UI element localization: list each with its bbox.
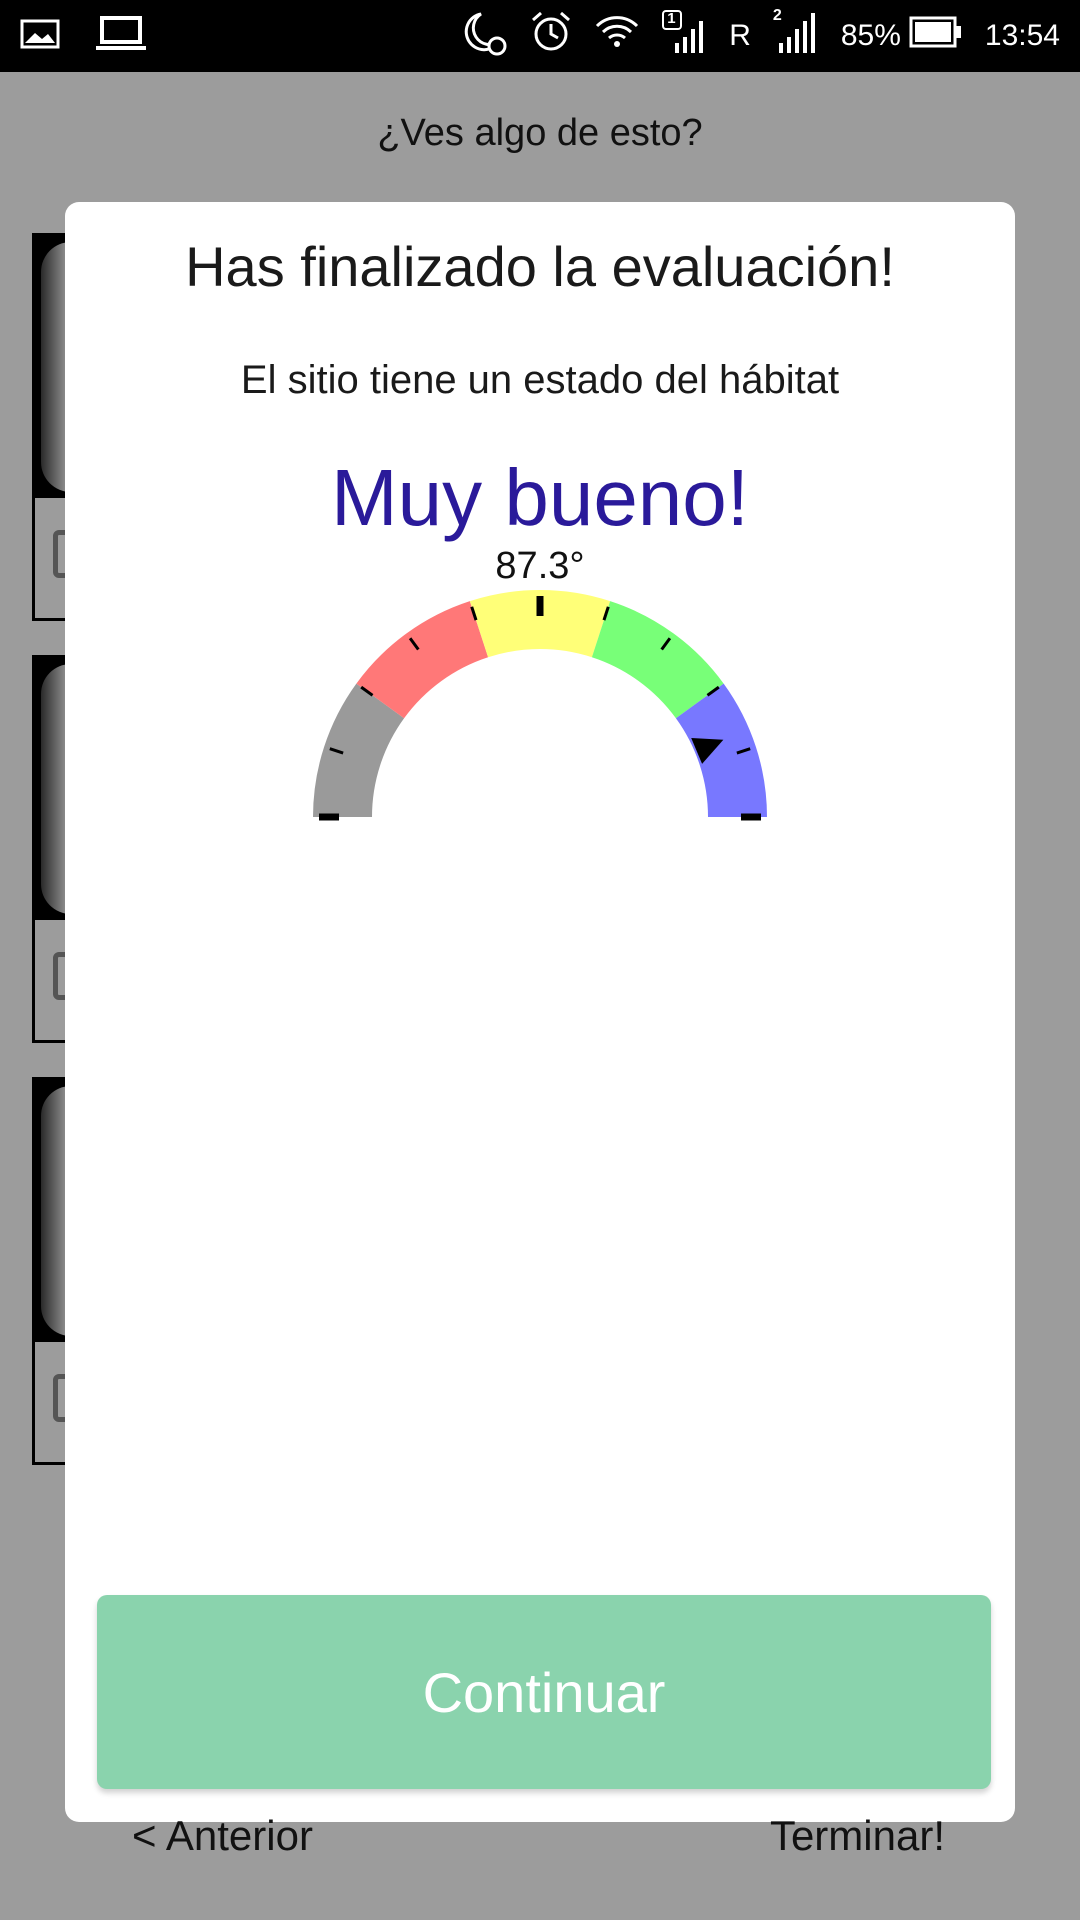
wifi-icon <box>595 12 639 60</box>
clock: 13:54 <box>984 19 1060 52</box>
evaluation-result-dialog: Has finalizado la evaluación! El sitio t… <box>65 202 1015 1822</box>
page-question: ¿Ves algo de esto? <box>377 112 703 154</box>
image-notification-icon <box>20 19 60 54</box>
gauge-value-label: 87.3° <box>495 545 585 587</box>
battery-percent: 85% <box>840 19 901 52</box>
sim2-badge: 2 <box>772 7 782 24</box>
signal-sim1-icon: 1 <box>661 9 707 63</box>
signal-sim2-icon: 2 <box>772 7 819 63</box>
sim1-badge: 1 <box>667 10 676 27</box>
status-bar: 1 R 2 85% 13:54 <box>0 0 1080 72</box>
dialog-title: Has finalizado la evaluación! <box>185 235 895 298</box>
alarm-icon <box>529 10 573 62</box>
continue-button[interactable]: Continuar <box>97 1595 991 1789</box>
do-not-disturb-alarm-icon <box>459 8 507 64</box>
habitat-status-result: Muy bueno! <box>330 453 750 542</box>
previous-button[interactable]: < Anterior <box>132 1812 313 1860</box>
dialog-subtitle: El sitio tiene un estado del hábitat <box>240 358 840 402</box>
finish-button[interactable]: Terminar! <box>770 1812 945 1860</box>
habitat-gauge <box>313 590 767 821</box>
laptop-notification-icon <box>96 15 146 57</box>
battery-icon <box>909 16 963 56</box>
roaming-indicator: R <box>729 19 751 52</box>
